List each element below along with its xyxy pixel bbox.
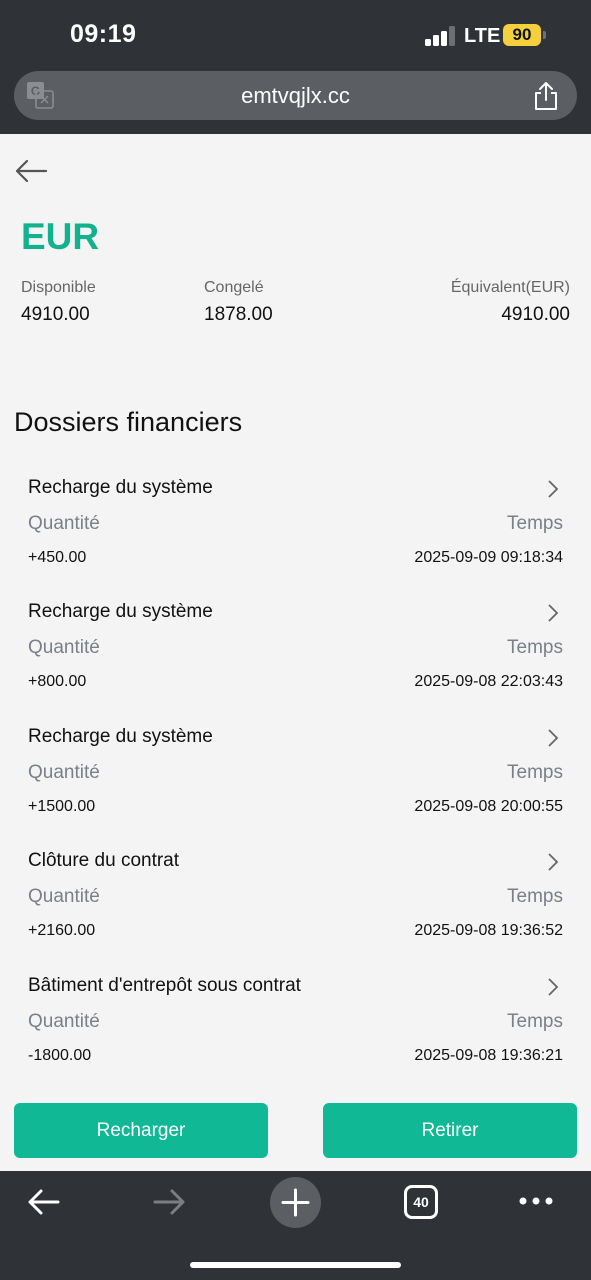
time-label: Temps: [507, 762, 563, 783]
record-amount: +800.00: [28, 673, 87, 690]
recharge-button[interactable]: Recharger: [14, 1103, 268, 1158]
frozen-value: 1878.00: [204, 304, 273, 325]
available-label: Disponible: [21, 279, 96, 296]
record-title: Recharge du système: [28, 726, 213, 747]
record-item[interactable]: Recharge du système Quantité Temps +800.…: [28, 601, 563, 721]
chevron-right-icon: [548, 853, 559, 871]
chevron-right-icon: [548, 480, 559, 498]
record-item[interactable]: Bâtiment d'entrepôt sous contrat Quantit…: [28, 975, 563, 1095]
battery-tip: [543, 31, 546, 39]
currency-title: EUR: [21, 216, 100, 257]
record-item[interactable]: Clôture du contrat Quantité Temps +2160.…: [28, 850, 563, 970]
record-item[interactable]: Recharge du système Quantité Temps +1500…: [28, 726, 563, 846]
available-value: 4910.00: [21, 304, 90, 325]
record-timestamp: 2025-09-08 19:36:21: [414, 1047, 563, 1064]
record-amount: +2160.00: [28, 922, 96, 939]
back-arrow-icon[interactable]: [14, 158, 48, 184]
network-type: LTE: [464, 25, 501, 47]
quantity-label: Quantité: [28, 762, 100, 783]
browser-bottom-toolbar: 40: [0, 1171, 591, 1280]
equivalent-value: 4910.00: [501, 304, 570, 325]
status-time: 09:19: [70, 20, 137, 48]
more-icon[interactable]: [518, 1196, 554, 1206]
record-timestamp: 2025-09-09 09:18:34: [414, 549, 563, 566]
quantity-label: Quantité: [28, 886, 100, 907]
back-icon[interactable]: [26, 1187, 60, 1217]
signal-icon: [425, 26, 457, 46]
record-title: Recharge du système: [28, 477, 213, 498]
forward-icon[interactable]: [153, 1187, 187, 1217]
home-indicator[interactable]: [190, 1262, 401, 1268]
frozen-label: Congelé: [204, 279, 264, 296]
equivalent-label: Équivalent(EUR): [450, 279, 570, 296]
record-timestamp: 2025-09-08 20:00:55: [414, 798, 563, 815]
time-label: Temps: [507, 1011, 563, 1032]
battery-icon: 90: [503, 24, 541, 46]
record-amount: -1800.00: [28, 1047, 92, 1064]
record-title: Bâtiment d'entrepôt sous contrat: [28, 975, 301, 996]
time-label: Temps: [507, 886, 563, 907]
chevron-right-icon: [548, 978, 559, 996]
chevron-right-icon: [548, 729, 559, 747]
record-timestamp: 2025-09-08 19:36:52: [414, 922, 563, 939]
browser-top-chrome: 09:19 LTE 90 G emtvqjlx.cc: [0, 0, 591, 134]
record-amount: +450.00: [28, 549, 87, 566]
url-text[interactable]: emtvqjlx.cc: [14, 83, 577, 109]
plus-icon: [281, 1188, 310, 1217]
record-amount: +1500.00: [28, 798, 96, 815]
status-bar: 09:19 LTE 90: [0, 0, 591, 70]
tabs-icon[interactable]: 40: [404, 1185, 438, 1219]
quantity-label: Quantité: [28, 637, 100, 658]
time-label: Temps: [507, 513, 563, 534]
new-tab-button[interactable]: [270, 1177, 321, 1228]
record-title: Clôture du contrat: [28, 850, 180, 871]
address-bar[interactable]: G emtvqjlx.cc: [14, 71, 577, 120]
quantity-label: Quantité: [28, 513, 100, 534]
record-title: Recharge du système: [28, 601, 213, 622]
section-title: Dossiers financiers: [14, 407, 243, 437]
chevron-right-icon: [548, 604, 559, 622]
withdraw-button[interactable]: Retirer: [323, 1103, 577, 1158]
record-item[interactable]: Recharge du système Quantité Temps +450.…: [28, 477, 563, 597]
share-icon[interactable]: [533, 81, 559, 111]
quantity-label: Quantité: [28, 1011, 100, 1032]
record-timestamp: 2025-09-08 22:03:43: [414, 673, 563, 690]
time-label: Temps: [507, 637, 563, 658]
